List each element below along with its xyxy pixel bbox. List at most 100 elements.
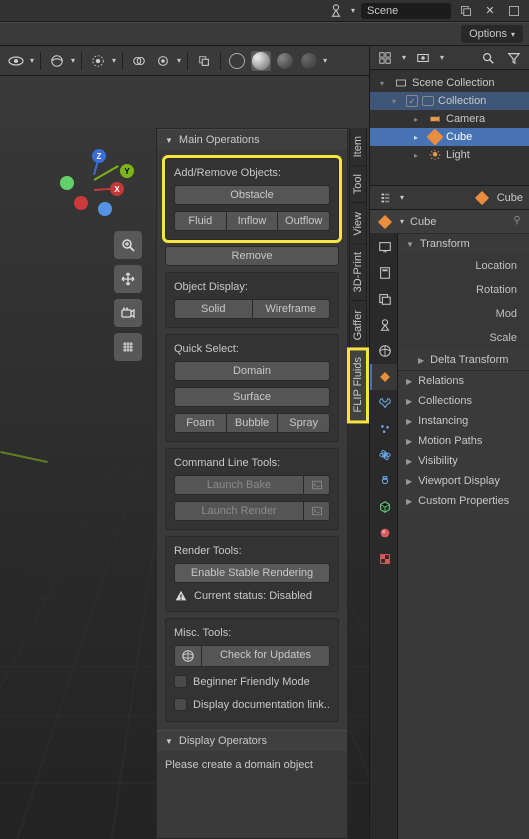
outliner-mode-icon[interactable]	[376, 49, 394, 67]
solid-shading-icon[interactable]	[251, 51, 271, 71]
scene-name-input[interactable]	[361, 3, 451, 19]
delta-transform-header[interactable]: ▶Delta Transform	[398, 350, 529, 370]
cube-row[interactable]: ▸ Cube	[370, 128, 529, 146]
xray-icon[interactable]	[194, 51, 214, 71]
launch-bake-terminal-icon[interactable]	[304, 475, 330, 495]
grid-tool-icon[interactable]	[114, 333, 142, 361]
tab-3d-print[interactable]: 3D-Print	[349, 244, 367, 301]
viewport-display-header[interactable]: ▶Viewport Display	[398, 471, 529, 491]
wireframe-button[interactable]: Wireframe	[253, 299, 331, 319]
tab-data-icon[interactable]	[370, 494, 397, 520]
tab-material-icon[interactable]	[370, 520, 397, 546]
collections-header[interactable]: ▶Collections	[398, 391, 529, 411]
props-editor-icon[interactable]	[376, 189, 394, 207]
tab-particles-icon[interactable]	[370, 416, 397, 442]
visibility-eye-icon[interactable]	[6, 51, 26, 71]
inflow-button[interactable]: Inflow	[227, 211, 279, 231]
tab-modifier-icon[interactable]	[370, 390, 397, 416]
crumb-obj-icon[interactable]	[473, 189, 491, 207]
delete-scene-icon[interactable]: ✕	[481, 2, 499, 20]
display-operators-header[interactable]: ▼ Display Operators	[157, 730, 347, 751]
launch-bake-button[interactable]: Launch Bake	[174, 475, 304, 495]
tab-render-icon[interactable]	[370, 234, 397, 260]
tab-viewlayer-icon[interactable]	[370, 286, 397, 312]
overlays-icon[interactable]	[153, 51, 173, 71]
check-updates-button[interactable]: Check for Updates	[202, 645, 330, 667]
render-shading-icon[interactable]	[299, 51, 319, 71]
3d-viewport[interactable]: ▾ ▾ ▾ ▾ ▾	[0, 46, 369, 839]
browse-scene-icon[interactable]	[327, 2, 345, 20]
solid-button[interactable]: Solid	[174, 299, 253, 319]
tab-gaffer[interactable]: Gaffer	[349, 302, 367, 349]
tab-texture-icon[interactable]	[370, 546, 397, 572]
launch-render-terminal-icon[interactable]	[304, 501, 330, 521]
crumb-data-icon[interactable]	[376, 213, 394, 231]
zoom-tool-icon[interactable]	[114, 231, 142, 259]
tab-flip-fluids[interactable]: FLIP Fluids	[349, 349, 367, 421]
orientation-icon[interactable]	[47, 51, 67, 71]
camera-row[interactable]: ▸ Camera	[370, 110, 529, 128]
bubble-button[interactable]: Bubble	[227, 413, 279, 433]
tab-physics-icon[interactable]	[370, 442, 397, 468]
new-scene-icon[interactable]	[457, 2, 475, 20]
domain-button[interactable]: Domain	[174, 361, 330, 381]
properties-breadcrumb: ▾ Cube	[370, 210, 529, 234]
matprev-shading-icon[interactable]	[275, 51, 295, 71]
motion-paths-header[interactable]: ▶Motion Paths	[398, 431, 529, 451]
search-icon[interactable]	[479, 49, 497, 67]
camera-label: Camera	[446, 113, 485, 125]
tab-scene-icon[interactable]	[370, 312, 397, 338]
render-tools-box: Render Tools: Enable Stable Rendering Cu…	[165, 536, 339, 612]
visibility-label: Visibility	[418, 455, 458, 467]
cmdline-label: Command Line Tools:	[174, 457, 330, 469]
scene-collection-row[interactable]: ▾ Scene Collection	[370, 74, 529, 92]
launch-render-button[interactable]: Launch Render	[174, 501, 304, 521]
display-mode-icon[interactable]	[414, 49, 432, 67]
obstacle-button[interactable]: Obstacle	[174, 185, 330, 205]
pivot-icon[interactable]	[88, 51, 108, 71]
move-tool-icon[interactable]	[114, 265, 142, 293]
chevron-down-icon[interactable]: ▾	[351, 6, 355, 15]
create-domain-text: Please create a domain object	[165, 759, 339, 771]
tab-item[interactable]: Item	[349, 128, 367, 166]
overlap-toggle-icon[interactable]	[129, 51, 149, 71]
tab-output-icon[interactable]	[370, 260, 397, 286]
surface-button[interactable]: Surface	[174, 387, 330, 407]
tab-object-icon[interactable]	[370, 364, 397, 390]
filter-icon[interactable]	[505, 49, 523, 67]
misc-label: Misc. Tools:	[174, 627, 330, 639]
relations-label: Relations	[418, 375, 464, 387]
outflow-button[interactable]: Outflow	[278, 211, 330, 231]
pin-icon[interactable]	[511, 214, 523, 229]
right-sidebar: ▾ ▾ ▾ Scene Collection ▾ ✓ Collection	[369, 46, 529, 839]
custom-properties-header[interactable]: ▶Custom Properties	[398, 491, 529, 511]
doc-link-checkbox[interactable]: Display documentation link..	[174, 696, 330, 713]
transform-header[interactable]: ▼Transform	[398, 234, 529, 254]
tab-constraints-icon[interactable]	[370, 468, 397, 494]
tab-world-icon[interactable]	[370, 338, 397, 364]
crumb-object-label: Cube	[497, 192, 523, 204]
fluid-button[interactable]: Fluid	[174, 211, 227, 231]
beginner-mode-checkbox[interactable]: Beginner Friendly Mode	[174, 673, 330, 690]
instancing-header[interactable]: ▶Instancing	[398, 411, 529, 431]
options-dropdown[interactable]: Options ▾	[461, 25, 523, 43]
browse-world-icon[interactable]	[505, 2, 523, 20]
wireframe-shading-icon[interactable]	[227, 51, 247, 71]
foam-button[interactable]: Foam	[174, 413, 227, 433]
orientation-gizmo[interactable]: ZYX	[70, 154, 130, 214]
quick-select-label: Quick Select:	[174, 343, 330, 355]
main-operations-header[interactable]: ▼ Main Operations	[157, 129, 347, 150]
relations-header[interactable]: ▶Relations	[398, 371, 529, 391]
tab-view[interactable]: View	[349, 204, 367, 245]
spray-button[interactable]: Spray	[278, 413, 330, 433]
crumb-data-label: Cube	[410, 216, 436, 228]
light-row[interactable]: ▸ Light	[370, 146, 529, 164]
collection-row[interactable]: ▾ ✓ Collection	[370, 92, 529, 110]
globe-icon[interactable]	[174, 645, 202, 667]
enable-stable-button[interactable]: Enable Stable Rendering	[174, 563, 330, 583]
remove-button[interactable]: Remove	[165, 246, 339, 266]
camera-tool-icon[interactable]	[114, 299, 142, 327]
visibility-header[interactable]: ▶Visibility	[398, 451, 529, 471]
tab-tool[interactable]: Tool	[349, 166, 367, 203]
display-operators-label: Display Operators	[179, 735, 267, 747]
